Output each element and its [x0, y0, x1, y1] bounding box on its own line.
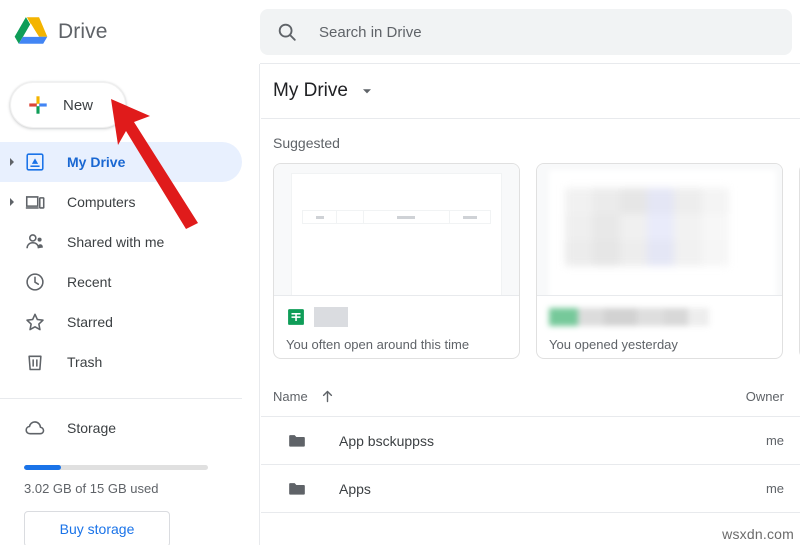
card-meta: You often open around this time — [274, 295, 519, 358]
search-area — [260, 0, 800, 64]
page-title[interactable]: My Drive — [273, 80, 348, 102]
card-title-redacted — [314, 307, 348, 327]
sidebar-item-recent[interactable]: Recent — [0, 262, 242, 302]
storage-section: Storage 3.02 GB of 15 GB used Buy storag… — [0, 408, 260, 545]
row-owner: me — [765, 433, 784, 448]
breadcrumb: My Drive — [261, 64, 800, 119]
new-button[interactable]: New — [10, 82, 126, 128]
sidebar-nav: My Drive Computers Shared with me Recent… — [0, 142, 260, 382]
column-header-name[interactable]: Name — [273, 389, 698, 404]
watermark: wsxdn.com — [722, 526, 794, 542]
storage-link[interactable]: Storage — [0, 408, 260, 448]
thumb-cell — [303, 211, 338, 223]
suggested-card[interactable]: You opened yesterday — [536, 163, 783, 359]
sidebar: New My Drive Computers Shared with me Re… — [0, 64, 260, 545]
card-thumbnail — [537, 164, 782, 295]
card-meta: You opened yesterday — [537, 295, 782, 358]
arrow-up-icon — [322, 390, 332, 403]
sidebar-item-label: My Drive — [67, 154, 126, 170]
google-plus-multicolor-icon — [29, 96, 47, 114]
folder-icon — [289, 482, 305, 495]
trash-icon — [28, 355, 42, 371]
thumb-cell — [364, 211, 450, 223]
sidebar-item-my-drive[interactable]: My Drive — [0, 142, 242, 182]
table-row[interactable]: Apps me — [261, 465, 800, 513]
expand-caret-icon[interactable] — [0, 157, 24, 167]
chevron-down-icon[interactable] — [360, 84, 374, 98]
folder-icon — [289, 434, 305, 447]
card-subtitle: You opened yesterday — [549, 337, 678, 352]
sidebar-item-label: Computers — [67, 194, 136, 210]
card-title-row — [549, 306, 770, 328]
expand-caret-icon[interactable] — [0, 197, 24, 207]
storage-meter — [24, 465, 208, 470]
file-list: Name Owner App bsckuppss me Apps me — [261, 377, 800, 513]
my-drive-icon — [26, 153, 44, 171]
buy-storage-label: Buy storage — [59, 521, 135, 537]
sidebar-item-label: Starred — [67, 314, 113, 330]
cloud-icon — [25, 421, 45, 435]
sidebar-item-starred[interactable]: Starred — [0, 302, 242, 342]
row-file-name: App bsckuppss — [339, 432, 434, 449]
thumb-cell — [337, 211, 364, 223]
storage-label: Storage — [67, 420, 117, 436]
column-header-name-label: Name — [273, 389, 308, 404]
thumb-cell — [450, 211, 490, 223]
row-name-cell: App bsckuppss — [273, 431, 698, 451]
new-button-label: New — [63, 96, 94, 114]
sidebar-item-computers[interactable]: Computers — [0, 182, 242, 222]
sidebar-divider — [0, 398, 242, 399]
sidebar-item-label: Trash — [67, 354, 103, 370]
file-list-header: Name Owner — [261, 377, 800, 417]
search-box[interactable] — [260, 9, 792, 55]
row-name-cell: Apps — [273, 479, 698, 499]
row-owner: me — [765, 481, 784, 496]
spreadsheet-header-row — [302, 210, 491, 224]
google-drive-window: Drive New — [0, 0, 800, 545]
storage-meter-fill — [24, 465, 61, 470]
spreadsheet-preview — [292, 174, 501, 295]
top-bar: Drive — [0, 0, 800, 64]
sidebar-item-shared-with-me[interactable]: Shared with me — [0, 222, 242, 262]
main-content: My Drive Suggested You often open around… — [261, 64, 800, 545]
google-sheets-icon — [288, 309, 304, 325]
card-title-row — [286, 306, 507, 328]
table-row[interactable]: App bsckuppss me — [261, 417, 800, 465]
sidebar-item-label: Shared with me — [67, 234, 165, 250]
card-title-redacted — [549, 308, 709, 326]
storage-used-text: 3.02 GB of 15 GB used — [24, 481, 159, 496]
sidebar-item-trash[interactable]: Trash — [0, 342, 242, 382]
card-thumbnail — [274, 164, 519, 295]
computer-icon — [25, 196, 45, 209]
people-icon — [26, 234, 43, 249]
suggested-card[interactable]: You often open around this time — [273, 163, 520, 359]
buy-storage-button[interactable]: Buy storage — [24, 511, 170, 545]
brand-area[interactable]: Drive — [0, 0, 260, 64]
brand-name: Drive — [58, 20, 108, 43]
row-file-name: Apps — [339, 480, 371, 497]
clock-icon — [26, 273, 44, 291]
card-subtitle: You often open around this time — [286, 337, 470, 352]
search-icon — [278, 23, 296, 41]
star-outline-icon — [26, 313, 44, 331]
sidebar-item-label: Recent — [67, 274, 112, 290]
column-header-owner[interactable]: Owner — [698, 389, 788, 404]
search-input[interactable] — [319, 23, 776, 41]
suggested-cards: You often open around this time You open… — [273, 163, 800, 359]
blurred-grid — [565, 188, 729, 266]
suggested-heading: Suggested — [273, 135, 340, 151]
google-drive-logo-icon — [14, 17, 48, 44]
